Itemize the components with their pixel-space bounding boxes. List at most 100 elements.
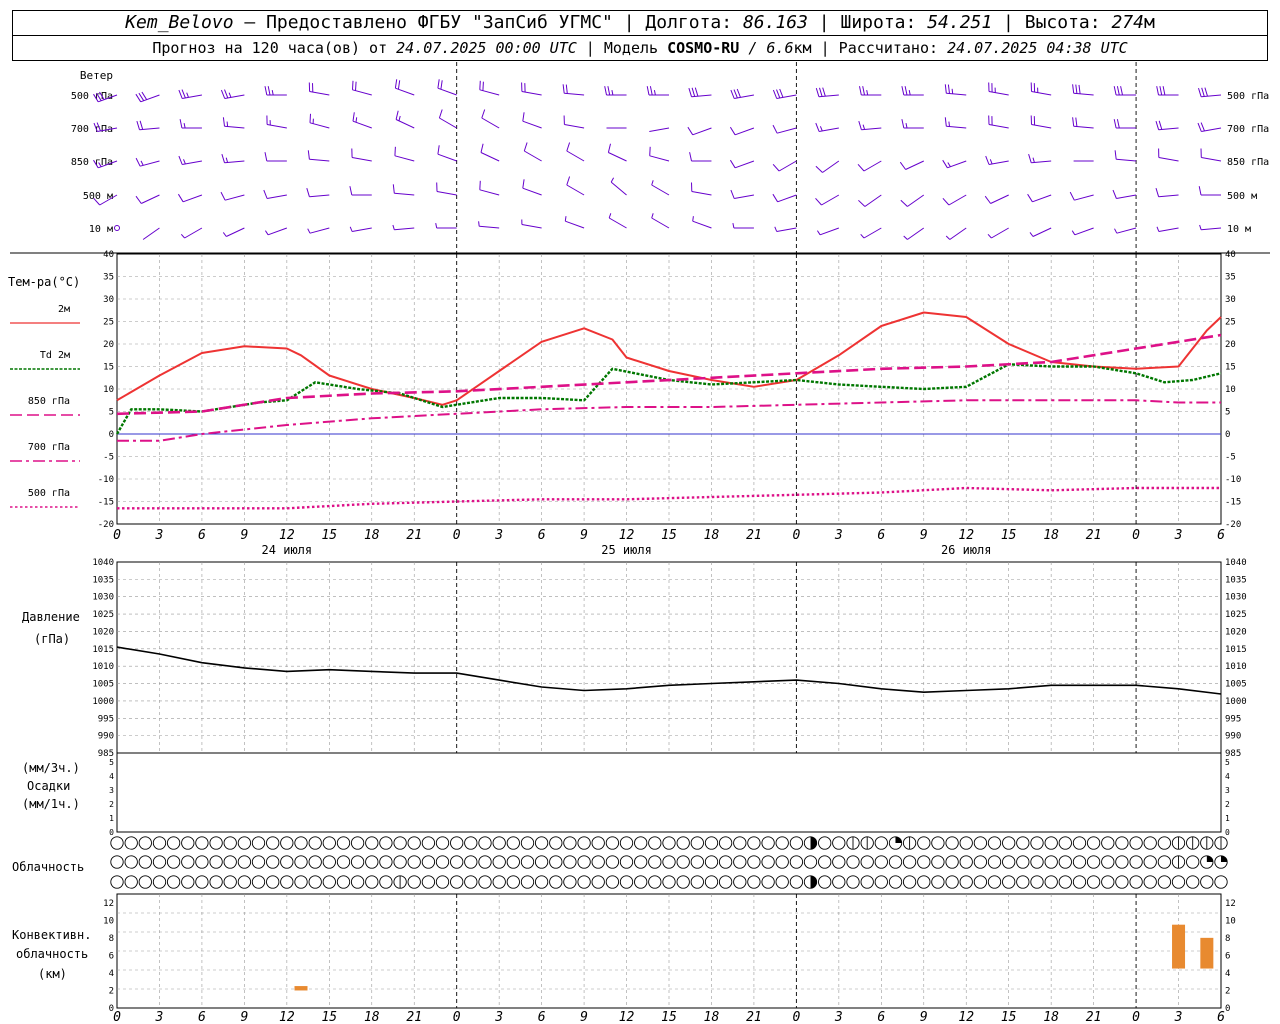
cloud-cover-mark bbox=[888, 855, 903, 869]
cloud-circle bbox=[648, 875, 662, 889]
cloud-cover-mark bbox=[365, 875, 379, 889]
cloud-cover-mark bbox=[534, 875, 549, 889]
convective-tick-right: 8 bbox=[1225, 934, 1230, 944]
cloud-cover-mark bbox=[775, 855, 789, 869]
cloud-cover-mark bbox=[1115, 836, 1129, 850]
hour-label-bottom: 0 bbox=[453, 1010, 461, 1024]
temperature-tick-left: -10 bbox=[98, 475, 114, 485]
hour-label-temperature: 18 bbox=[1043, 528, 1059, 543]
wind-barb bbox=[135, 91, 160, 103]
convective-title-line-2: облачность bbox=[16, 947, 88, 961]
cloud-circle bbox=[549, 875, 563, 889]
cloud-circle bbox=[266, 875, 280, 889]
wind-barb-feather bbox=[942, 159, 948, 169]
wind-barb-feather bbox=[862, 124, 866, 130]
wind-barb bbox=[1113, 119, 1137, 129]
wind-barb-staff bbox=[309, 194, 330, 198]
wind-barb bbox=[264, 86, 287, 96]
cloud-cover-mark bbox=[888, 836, 903, 850]
cloud-cover-mark bbox=[379, 855, 393, 869]
convective-bar bbox=[1200, 937, 1214, 969]
wind-barb bbox=[1113, 86, 1137, 96]
wind-barb-feather bbox=[355, 81, 357, 91]
wind-barb bbox=[901, 86, 924, 96]
cloud-circle bbox=[124, 875, 138, 889]
cloud-circle bbox=[124, 836, 138, 850]
wind-barb-feather bbox=[437, 79, 440, 89]
cloud-cover-mark bbox=[1016, 855, 1030, 869]
cloud-cover-mark bbox=[181, 836, 195, 850]
cloud-cover-mark bbox=[1072, 875, 1087, 889]
cloud-circle bbox=[931, 875, 945, 889]
cloud-circle bbox=[110, 836, 124, 850]
hour-label-temperature: 12 bbox=[279, 528, 295, 543]
wind-barb-staff bbox=[991, 227, 1009, 239]
cloud-cover-mark bbox=[1044, 875, 1058, 889]
temperature-tick-left: 10 bbox=[103, 385, 114, 395]
wind-barb bbox=[136, 120, 160, 131]
wind-barb-feather bbox=[610, 177, 615, 183]
cloud-cover-mark bbox=[577, 855, 591, 869]
wind-barb bbox=[438, 109, 457, 129]
cloud-cover-mark bbox=[648, 855, 662, 869]
temperature-tick-left: 35 bbox=[103, 273, 114, 283]
cloud-cover-mark bbox=[1157, 855, 1172, 869]
cloud-circle bbox=[365, 836, 379, 850]
wind-barb-staff bbox=[819, 227, 840, 236]
pressure-tick-right: 1005 bbox=[1225, 680, 1247, 690]
wind-barb bbox=[772, 193, 797, 203]
cloud-circle bbox=[945, 836, 959, 850]
wind-level-label-right: 850 гПа bbox=[1227, 157, 1269, 168]
cloud-cover-mark bbox=[973, 836, 988, 850]
cloud-circle bbox=[520, 855, 535, 869]
wind-barb-feather bbox=[264, 152, 268, 162]
wind-barb-staff bbox=[224, 194, 245, 201]
wind-barb bbox=[944, 117, 967, 129]
cloud-circle bbox=[110, 875, 124, 889]
cloud-circle bbox=[138, 855, 152, 869]
convective-bar bbox=[1172, 924, 1186, 969]
wind-barb-feather bbox=[307, 228, 311, 234]
wind-barb bbox=[649, 127, 670, 132]
wind-barb-feather bbox=[267, 86, 271, 96]
precip-tick-left: 4 bbox=[109, 772, 114, 781]
wind-barb-feather bbox=[607, 143, 611, 153]
convective-tick-left: 6 bbox=[109, 951, 114, 961]
cloud-circle bbox=[1086, 855, 1101, 869]
cloud-circle bbox=[1101, 875, 1115, 889]
wind-level-label-right: 500 м bbox=[1227, 191, 1257, 202]
cloud-cover-mark bbox=[421, 855, 436, 869]
cloud-circle bbox=[1171, 875, 1186, 889]
wind-barb-staff bbox=[1032, 194, 1052, 203]
temperature-tick-left: 5 bbox=[109, 408, 114, 418]
wind-barb-feather bbox=[1198, 87, 1202, 97]
wind-barb bbox=[900, 194, 925, 207]
cloud-cover-mark bbox=[945, 836, 959, 850]
wind-barb-feather bbox=[349, 226, 353, 232]
wind-barb-feather bbox=[181, 89, 186, 99]
temperature-legend-label: Td 2м bbox=[40, 350, 70, 361]
cloud-cover-mark bbox=[506, 855, 520, 869]
cloud-cover-mark bbox=[662, 875, 676, 889]
wind-barb-feather bbox=[479, 180, 481, 190]
wind-barb bbox=[730, 189, 755, 199]
cloud-cover-mark bbox=[407, 836, 421, 850]
wind-barb bbox=[858, 120, 882, 131]
wind-barb-feather bbox=[398, 115, 401, 122]
wind-barb-feather bbox=[183, 159, 186, 165]
wind-barb-staff bbox=[439, 117, 457, 129]
hour-label-bottom: 3 bbox=[494, 1010, 503, 1024]
precip-tick-right: 5 bbox=[1225, 758, 1230, 767]
cloud-circle bbox=[322, 836, 336, 850]
hour-label-temperature: 0 bbox=[792, 528, 800, 543]
pressure-tick-left: 1020 bbox=[92, 627, 114, 637]
wind-barb-feather bbox=[222, 232, 227, 237]
cloud-circle bbox=[662, 836, 676, 850]
wind-barb-feather bbox=[860, 233, 865, 239]
wind-barb-feather bbox=[815, 87, 820, 97]
cloud-circle bbox=[520, 875, 535, 889]
wind-barb bbox=[266, 115, 287, 129]
cloud-circle bbox=[336, 836, 351, 850]
wind-barb-feather bbox=[688, 87, 692, 97]
wind-barb-feather bbox=[263, 189, 268, 199]
